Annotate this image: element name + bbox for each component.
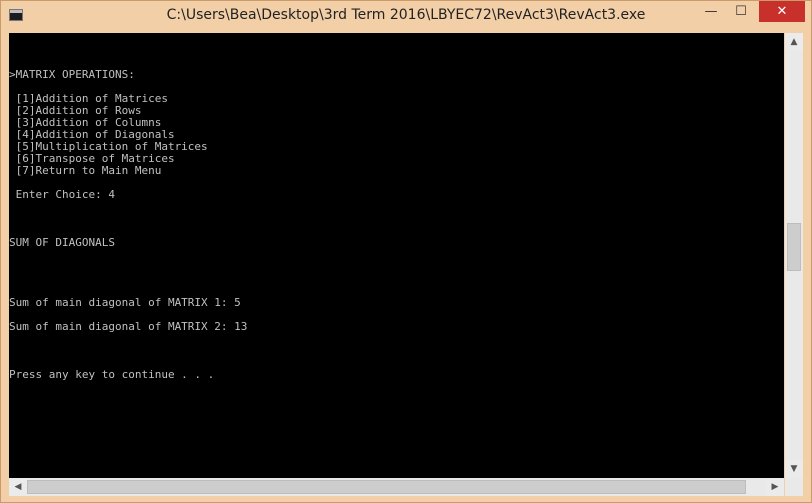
scroll-right-arrow-icon[interactable]: ▶ (766, 478, 784, 496)
window-title: C:\Users\Bea\Desktop\3rd Term 2016\LBYEC… (166, 7, 646, 23)
console-line: SUM OF DIAGONALS (9, 236, 115, 249)
minimize-button[interactable]: — (697, 1, 725, 22)
console-line: >MATRIX OPERATIONS: (9, 68, 135, 81)
vertical-scroll-thumb[interactable] (787, 223, 801, 271)
console-text: >MATRIX OPERATIONS: [1]Addition of Matri… (9, 33, 247, 381)
console-line: Press any key to continue . . . (9, 368, 215, 381)
maximize-button[interactable]: ☐ (727, 1, 755, 22)
console-line: [7]Return to Main Menu (9, 164, 162, 177)
horizontal-scroll-thumb[interactable] (27, 480, 746, 494)
scroll-down-arrow-icon[interactable]: ▼ (785, 460, 803, 478)
console-output-area[interactable]: >MATRIX OPERATIONS: [1]Addition of Matri… (9, 33, 784, 478)
vertical-scrollbar[interactable]: ▲ ▼ (785, 33, 803, 478)
console-line: Sum of main diagonal of MATRIX 1: 5 (9, 296, 241, 309)
console-line: Sum of main diagonal of MATRIX 2: 13 (9, 320, 248, 333)
title-bar[interactable]: C:\Users\Bea\Desktop\3rd Term 2016\LBYEC… (1, 1, 811, 32)
close-button[interactable]: ✕ (759, 1, 805, 22)
scrollbar-corner (785, 478, 803, 496)
horizontal-scrollbar[interactable]: ◀ ▶ (9, 478, 784, 496)
scroll-up-arrow-icon[interactable]: ▲ (785, 33, 803, 51)
scroll-left-arrow-icon[interactable]: ◀ (9, 478, 27, 496)
console-line: Enter Choice: 4 (9, 188, 115, 201)
console-window: C:\Users\Bea\Desktop\3rd Term 2016\LBYEC… (0, 0, 812, 503)
